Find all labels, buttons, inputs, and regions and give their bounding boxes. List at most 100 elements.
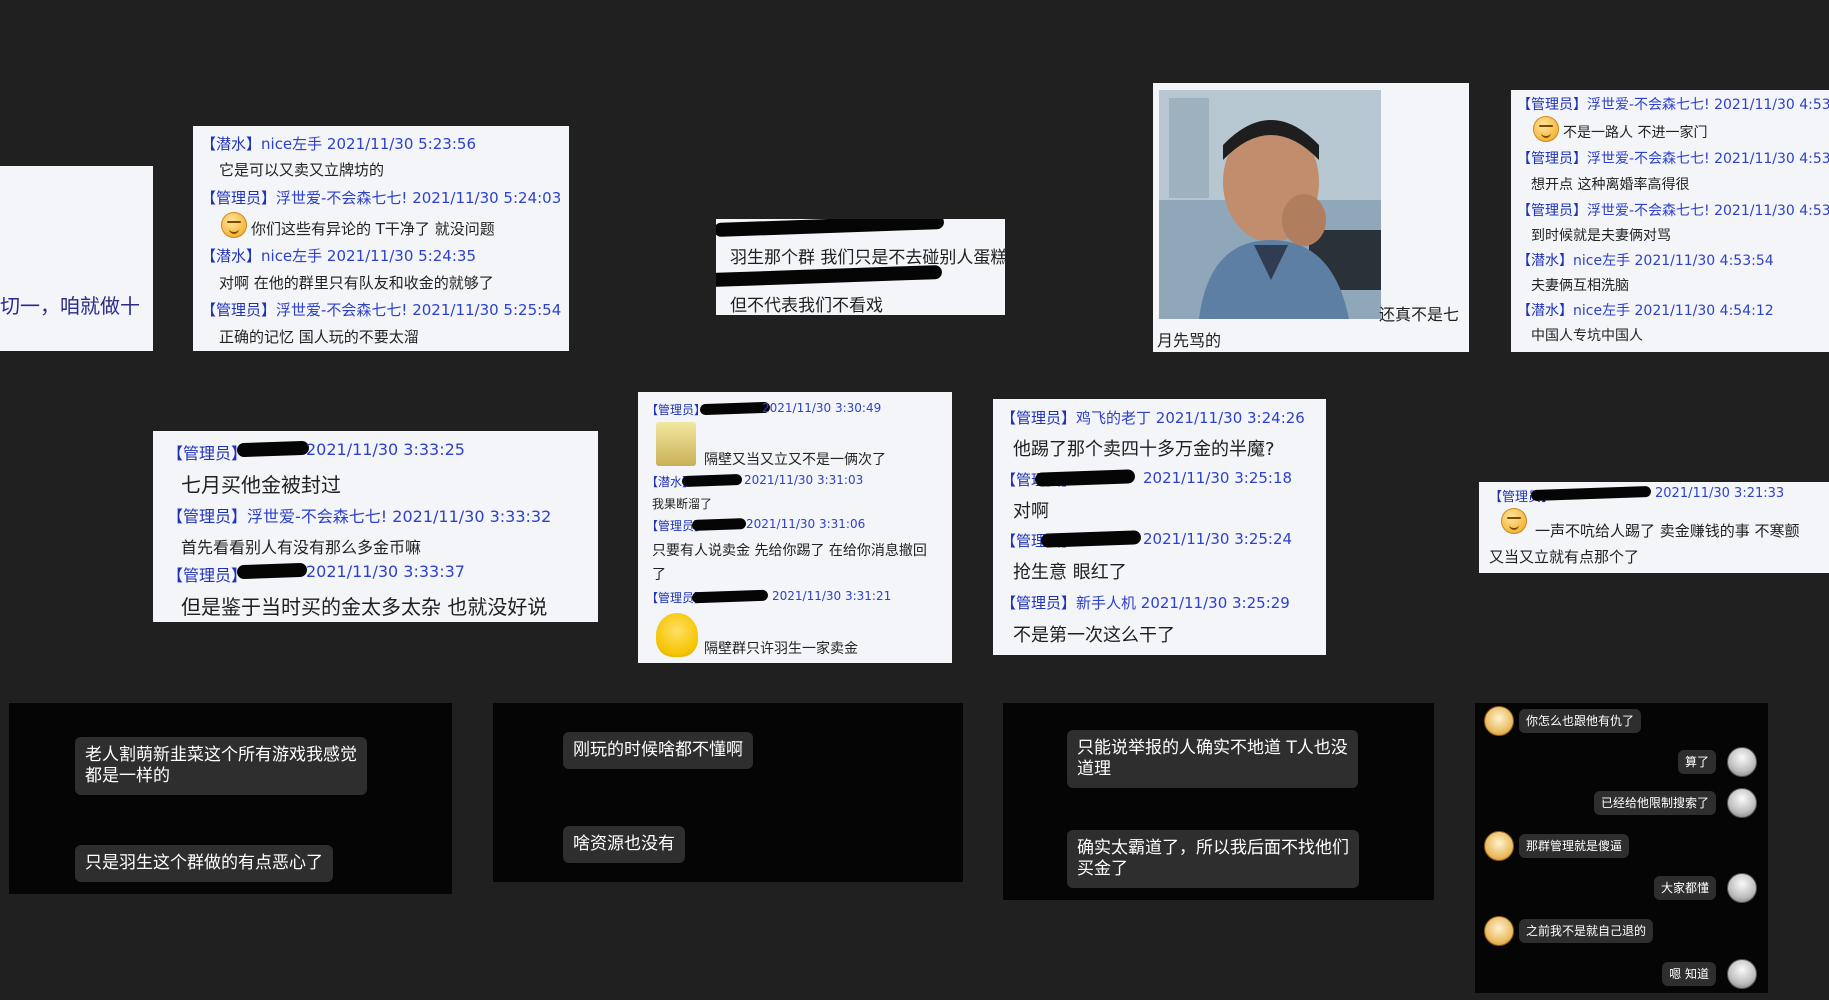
avatar: [1727, 959, 1757, 989]
redaction-scribble: [691, 518, 747, 531]
chat-bubble: 已经给他限制搜索了: [1593, 791, 1716, 815]
avatar: [1484, 706, 1514, 736]
sender-meta: 【潜水】nice左手 2021/11/30 4:54:12: [1517, 303, 1774, 319]
sender-meta: 2021/11/30 3:31:21: [772, 589, 892, 603]
sender-meta: 【管理员】浮世爱-不会森七七! 2021/11/30 3:33:32: [167, 507, 552, 526]
redaction-scribble: [716, 219, 945, 238]
image-caption: 月先骂的: [1157, 331, 1222, 350]
redaction-scribble: [699, 401, 771, 416]
message-text: 不是一路人 不进一家门: [1563, 125, 1708, 141]
sender-meta: 【管理员】: [167, 566, 248, 585]
message-text: 但是鉴于当时买的金太多太杂 也就没好说: [181, 595, 548, 619]
message-text: 但不代表我们不看戏: [730, 296, 883, 315]
chat-card-a: 切一，咱就做十: [0, 166, 153, 351]
message-text: 到时候就是夫妻俩对骂: [1531, 228, 1671, 244]
message-text: 我果断溜了: [652, 497, 713, 511]
chat-bubble: 只是羽生这个群做的有点恶心了: [75, 845, 333, 882]
sender-meta: 【潜水】nice左手 2021/11/30 4:53:54: [1517, 253, 1774, 269]
smile-emoji-icon: [221, 212, 247, 238]
message-text: 想开点 这种离婚率高得很: [1531, 177, 1690, 193]
chat-bubble: 算了: [1677, 750, 1716, 774]
chat-card-c: 羽生那个群 我们只是不去碰别人蛋糕 但不代表我们不看戏: [716, 219, 1005, 315]
sender-meta: 2021/11/30 3:33:37: [306, 562, 465, 581]
chat-bubble: 只能说举报的人确实不地道 T人也没 道理: [1067, 730, 1358, 788]
message-text: 抢生意 眼红了: [1013, 562, 1127, 583]
redaction-scribble: [1040, 530, 1142, 548]
sender-meta: 【管理员】新手人机 2021/11/30 3:25:29: [1001, 594, 1290, 612]
message-text: 中国人专坑中国人: [1531, 328, 1643, 344]
message-text: 不是第一次这么干了: [1013, 625, 1175, 646]
chat-bubble: 刚玩的时候啥都不懂啊: [563, 732, 753, 769]
smile-emoji-icon: [1501, 508, 1527, 534]
message-text: 七月买他金被封过: [181, 473, 341, 497]
redaction-scribble: [691, 589, 769, 604]
message-text: 夫妻俩互相洗脑: [1531, 278, 1629, 294]
chat-bubble: 嗯 知道: [1662, 962, 1716, 986]
message-text: 切一，咱就做十: [0, 294, 140, 318]
chat-dark-card-2: 刚玩的时候啥都不懂啊 啥资源也没有: [493, 703, 963, 882]
redaction-scribble: [236, 440, 310, 458]
message-text: 首先看看别人有没有那么多金币嘛: [181, 538, 422, 557]
avatar: [1484, 831, 1514, 861]
sender-meta: 【管理员】浮世爱-不会森七七! 2021/11/30 4:53:38: [1517, 151, 1829, 167]
message-text: 对啊: [1013, 501, 1049, 522]
avatar: [1727, 873, 1757, 903]
redaction-scribble: [716, 264, 943, 288]
image-caption: 还真不是七: [1379, 305, 1460, 324]
message-text: 隔壁又当又立又不是一俩次了: [704, 452, 886, 468]
chat-bubble: 啥资源也没有: [563, 826, 685, 863]
message-text: 正确的记忆 国人玩的不要太溜: [219, 328, 419, 346]
chat-dark-card-3: 只能说举报的人确实不地道 T人也没 道理 确实太霸道了，所以我后面不找他们 买金…: [1003, 703, 1434, 900]
sender-meta: 【管理员】浮世爱-不会森七七! 2021/11/30 5:25:54: [201, 301, 562, 319]
chat-dark-card-4: 你怎么也跟他有仇了 算了 已经给他限制搜索了 那群管理就是傻逼 大家都懂 之前我…: [1475, 703, 1768, 993]
message-text: 你们这些有异论的 T干净了 就没问题: [251, 220, 495, 238]
message-text: 只要有人说卖金 先给你踢了 在给你消息撤回: [652, 543, 927, 559]
chat-dark-card-1: 老人割萌新韭菜这个所有游戏我感觉 都是一样的 只是羽生这个群做的有点恶心了: [9, 703, 452, 894]
sender-meta: 【管理员】: [646, 403, 707, 417]
sender-meta: 【潜水】nice左手 2021/11/30 5:24:35: [201, 247, 476, 265]
sender-meta: 2021/11/30 3:31:03: [744, 473, 864, 487]
message-text: 隔壁群只许羽生一家卖金: [704, 641, 858, 657]
chat-card-i: 【管理员】 2021/11/30 3:21:33 一声不吭给人踢了 卖金赚钱的事…: [1479, 482, 1829, 573]
avatar: [1484, 916, 1514, 946]
sender-meta: 2021/11/30 3:21:33: [1655, 486, 1785, 501]
sender-meta: 【管理员】鸡飞的老丁 2021/11/30 3:24:26: [1001, 409, 1305, 427]
chat-bubble: 之前我不是就自己退的: [1519, 919, 1654, 943]
avatar: [1727, 747, 1757, 777]
chat-card-f: 【管理员】 2021/11/30 3:33:25 七月买他金被封过 【管理员】浮…: [153, 431, 598, 622]
chat-card-h: 【管理员】鸡飞的老丁 2021/11/30 3:24:26 他踢了那个卖四十多万…: [993, 399, 1326, 655]
sender-meta: 【潜水】nice左手 2021/11/30 5:23:56: [201, 135, 476, 153]
sender-meta: 【管理员】浮世爱-不会森七七! 2021/11/30 4:53:52: [1517, 203, 1829, 219]
chat-bubble: 大家都懂: [1653, 876, 1716, 900]
chat-card-b: 【潜水】nice左手 2021/11/30 5:23:56 它是可以又卖又立牌坊…: [193, 126, 569, 351]
chat-bubble: 那群管理就是傻逼: [1519, 834, 1630, 858]
photo-image: [1159, 90, 1381, 319]
message-text: 它是可以又卖又立牌坊的: [219, 161, 385, 179]
chat-card-g: 【管理员】 2021/11/30 3:30:49 隔壁又当又立又不是一俩次了 【…: [638, 392, 952, 663]
sender-meta: 2021/11/30 3:30:49: [762, 401, 882, 415]
duck-sticker-icon: [656, 613, 698, 657]
message-text: 一声不吭给人踢了 卖金赚钱的事 不寒颤: [1535, 522, 1800, 540]
message-text: 了: [652, 567, 666, 583]
chat-card-e: 【管理员】浮世爱-不会森七七! 2021/11/30 4:53:28 不是一路人…: [1511, 90, 1829, 352]
chat-card-d: 还真不是七 月先骂的: [1153, 83, 1469, 352]
sender-meta: 【管理员】: [167, 444, 248, 463]
sender-meta: 【管理员】浮世爱-不会森七七! 2021/11/30 5:24:03: [201, 189, 562, 207]
message-text: 对啊 在他的群里只有队友和收金的就够了: [219, 274, 494, 292]
smile-emoji-icon: [1533, 116, 1559, 142]
avatar: [1727, 788, 1757, 818]
chat-bubble: 你怎么也跟他有仇了: [1519, 709, 1642, 733]
redaction-scribble: [1034, 469, 1136, 487]
sender-meta: 【管理员】浮世爱-不会森七七! 2021/11/30 4:53:28: [1517, 97, 1829, 113]
sender-meta: 2021/11/30 3:31:06: [746, 517, 866, 531]
message-text: 又当又立就有点那个了: [1489, 548, 1640, 566]
chat-bubble: 老人割萌新韭菜这个所有游戏我感觉 都是一样的: [75, 737, 367, 795]
redaction-scribble: [236, 562, 308, 580]
chat-bubble: 确实太霸道了，所以我后面不找他们 买金了: [1067, 830, 1359, 888]
sticker-image: [656, 422, 696, 466]
sender-meta: 2021/11/30 3:33:25: [306, 440, 465, 459]
message-text: 他踢了那个卖四十多万金的半魔?: [1013, 439, 1275, 460]
sender-meta: 2021/11/30 3:25:18: [1143, 469, 1293, 487]
sender-meta: 2021/11/30 3:25:24: [1143, 530, 1293, 548]
message-text: 羽生那个群 我们只是不去碰别人蛋糕: [730, 248, 1005, 268]
